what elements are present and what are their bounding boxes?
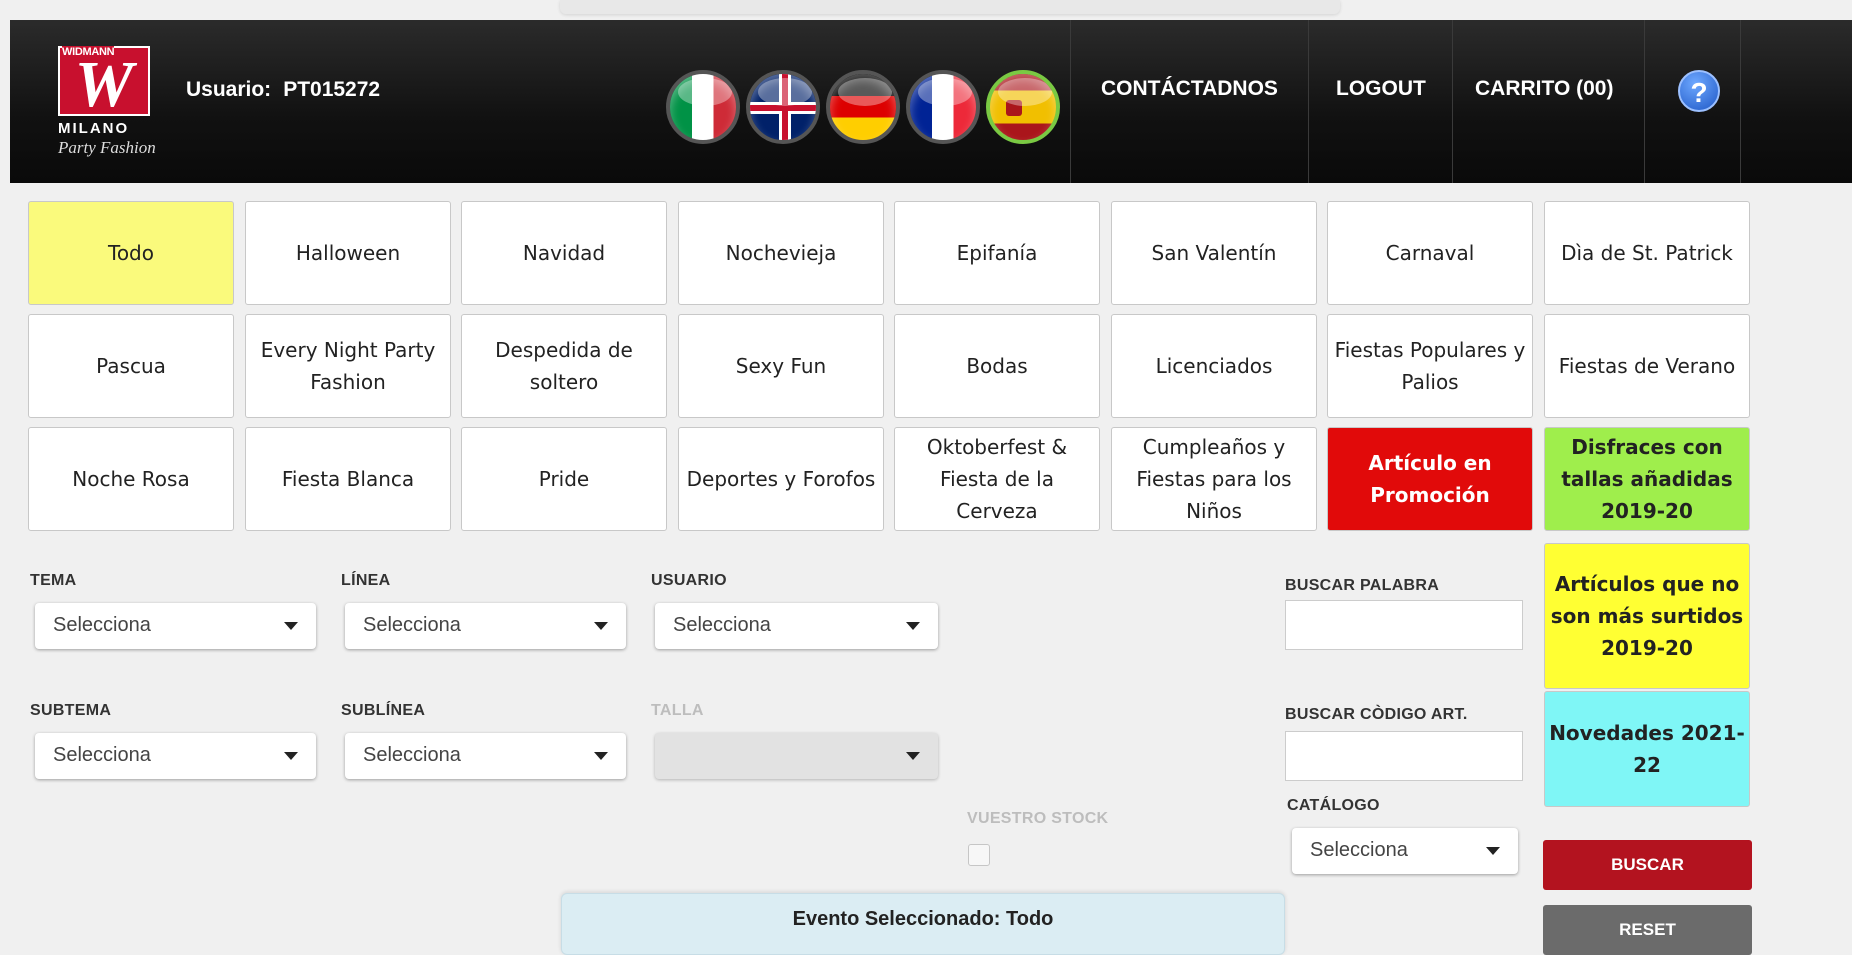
help-icon[interactable]: ?: [1678, 70, 1720, 112]
tema-select[interactable]: Selecciona: [35, 603, 316, 649]
search-button[interactable]: BUSCAR: [1543, 840, 1752, 890]
contact-link[interactable]: CONTÁCTADNOS: [1101, 77, 1278, 101]
stock-checkbox[interactable]: [968, 844, 990, 866]
top-strip-tab: [560, 0, 1340, 14]
sublinea-label: SUBLÍNEA: [341, 702, 426, 719]
nav-separator: [1740, 20, 1741, 183]
event-tile-carnaval[interactable]: Carnaval: [1327, 201, 1533, 305]
catalogo-value: Selecciona: [1310, 839, 1408, 861]
logo-tagline: Party Fashion: [58, 138, 156, 157]
site-header: WIDMANN W MILANO Party Fashion Usuario: P…: [10, 20, 1852, 183]
event-tile-pride[interactable]: Pride: [461, 427, 667, 531]
logo-milano-text: MILANO: [58, 120, 130, 137]
logout-link[interactable]: LOGOUT: [1336, 77, 1426, 101]
selected-event-text: Evento Seleccionado: Todo: [792, 908, 1054, 930]
linea-select[interactable]: Selecciona: [345, 603, 626, 649]
event-tile-sexy-fun[interactable]: Sexy Fun: [678, 314, 884, 418]
chevron-down-icon: [284, 752, 298, 760]
event-tile-fiesta-blanca[interactable]: Fiesta Blanca: [245, 427, 451, 531]
event-tile-every-night[interactable]: Every Night Party Fashion: [245, 314, 451, 418]
user-label: Usuario:: [186, 78, 272, 101]
keyword-search-input[interactable]: [1285, 600, 1523, 650]
event-tile-halloween[interactable]: Halloween: [245, 201, 451, 305]
event-tile-licenciados[interactable]: Licenciados: [1111, 314, 1317, 418]
buscar-codigo-label: BUSCAR CÒDIGO ART.: [1285, 706, 1468, 723]
event-tile-todo[interactable]: Todo: [28, 201, 234, 305]
nav-separator: [1308, 20, 1309, 183]
discontinued-button[interactable]: Artículos que no son más surtidos 2019-2…: [1544, 543, 1750, 689]
chevron-down-icon: [906, 752, 920, 760]
cart-link[interactable]: CARRITO (00): [1475, 77, 1613, 101]
event-tile-cumpleanos[interactable]: Cumpleaños y Fiestas para los Niños: [1111, 427, 1317, 531]
flag-spain-icon[interactable]: [986, 70, 1060, 144]
chevron-down-icon: [1486, 847, 1500, 855]
code-search-input[interactable]: [1285, 731, 1523, 781]
logo-w-mark: W: [74, 48, 134, 121]
catalogo-select[interactable]: Selecciona: [1292, 828, 1518, 874]
usuario-value: Selecciona: [673, 614, 771, 636]
event-tile-st-patrick[interactable]: Dìa de St. Patrick: [1544, 201, 1750, 305]
talla-label: TALLA: [651, 702, 704, 719]
buscar-palabra-label: BUSCAR PALABRA: [1285, 577, 1440, 594]
usuario-select[interactable]: Selecciona: [655, 603, 938, 649]
event-tile-deportes[interactable]: Deportes y Forofos: [678, 427, 884, 531]
top-strip: [0, 0, 1852, 20]
widmann-logo[interactable]: WIDMANN W MILANO Party Fashion: [48, 38, 196, 168]
flag-uk-icon[interactable]: [746, 70, 820, 144]
user-id: PT015272: [283, 78, 381, 101]
event-tile-despedida[interactable]: Despedida de soltero: [461, 314, 667, 418]
chevron-down-icon: [594, 752, 608, 760]
flag-france-icon[interactable]: [906, 70, 980, 144]
event-tile-pascua[interactable]: Pascua: [28, 314, 234, 418]
usuario-label: USUARIO: [651, 572, 727, 589]
selected-event-panel: Evento Seleccionado: Todo: [561, 893, 1285, 955]
event-tile-noche-rosa[interactable]: Noche Rosa: [28, 427, 234, 531]
sublinea-value: Selecciona: [363, 744, 461, 766]
nav-separator: [1452, 20, 1453, 183]
linea-label: LÍNEA: [341, 572, 391, 589]
event-tile-san-valentin[interactable]: San Valentín: [1111, 201, 1317, 305]
nav-separator: [1070, 20, 1071, 183]
user-info: Usuario: PT015272: [186, 78, 380, 102]
added-sizes-button[interactable]: Disfraces con tallas añadidas 2019-20: [1544, 427, 1750, 531]
tema-label: TEMA: [30, 572, 77, 589]
catalogo-label: CATÁLOGO: [1287, 797, 1380, 814]
chevron-down-icon: [284, 622, 298, 630]
subtema-select[interactable]: Selecciona: [35, 733, 316, 779]
nav-separator: [1644, 20, 1645, 183]
subtema-label: SUBTEMA: [30, 702, 112, 719]
event-tile-fiestas-populares[interactable]: Fiestas Populares y Palios: [1327, 314, 1533, 418]
new-items-button[interactable]: Novedades 2021-22: [1544, 691, 1750, 807]
event-tile-fiestas-verano[interactable]: Fiestas de Verano: [1544, 314, 1750, 418]
chevron-down-icon: [594, 622, 608, 630]
event-tile-nochevieja[interactable]: Nochevieja: [678, 201, 884, 305]
tema-value: Selecciona: [53, 614, 151, 636]
event-tile-epifania[interactable]: Epifanía: [894, 201, 1100, 305]
reset-button[interactable]: RESET: [1543, 905, 1752, 955]
flag-italy-icon[interactable]: [666, 70, 740, 144]
event-tile-oktoberfest[interactable]: Oktoberfest & Fiesta de la Cerveza: [894, 427, 1100, 531]
talla-select[interactable]: [655, 733, 938, 779]
sublinea-select[interactable]: Selecciona: [345, 733, 626, 779]
flag-germany-icon[interactable]: [826, 70, 900, 144]
event-tile-bodas[interactable]: Bodas: [894, 314, 1100, 418]
linea-value: Selecciona: [363, 614, 461, 636]
stock-label: VUESTRO STOCK: [967, 810, 1109, 827]
chevron-down-icon: [906, 622, 920, 630]
event-tile-navidad[interactable]: Navidad: [461, 201, 667, 305]
subtema-value: Selecciona: [53, 744, 151, 766]
promo-button[interactable]: Artículo en Promoción: [1327, 427, 1533, 531]
